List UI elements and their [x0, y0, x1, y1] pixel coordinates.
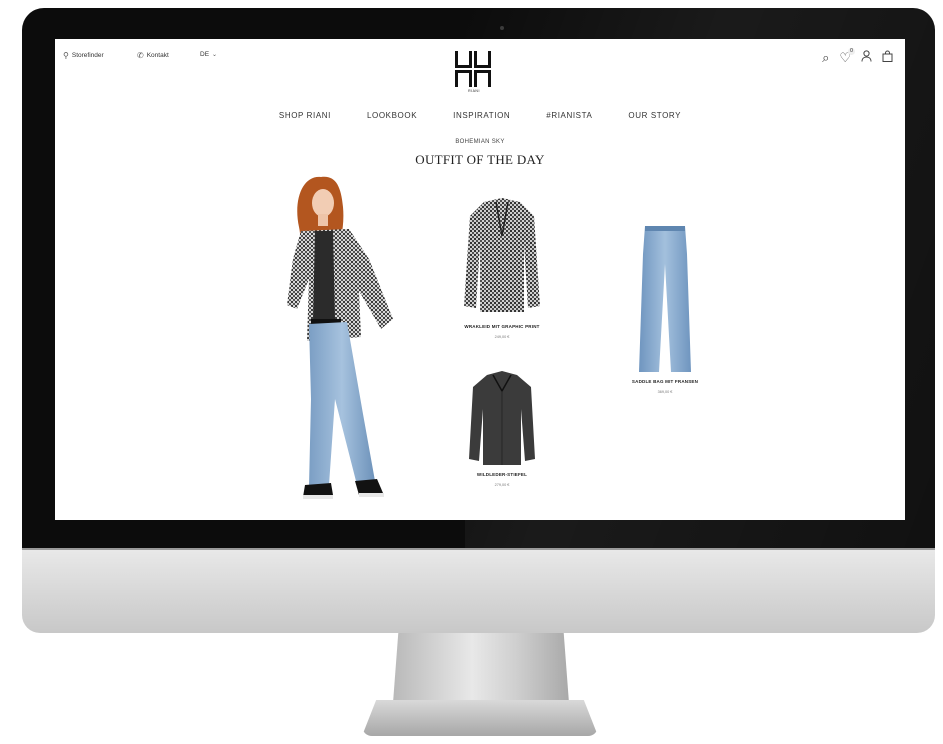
product-name: SADDLE BAG MIT FRANSEN — [631, 379, 699, 384]
heart-icon[interactable]: ♡ 0 — [839, 47, 855, 65]
main-navigation: SHOP RIANI LOOKBOOK INSPIRATION #RIANIST… — [55, 111, 905, 120]
kontakt-link[interactable]: ✆ Kontakt — [137, 51, 169, 60]
monitor-chin — [22, 548, 935, 633]
logo-wordmark: RIANI — [468, 89, 480, 93]
nav-our-story[interactable]: OUR STORY — [628, 111, 681, 120]
chevron-down-icon: ⌄ — [212, 52, 218, 58]
user-icon[interactable] — [861, 50, 872, 65]
nav-rianista[interactable]: #RIANISTA — [546, 111, 592, 120]
logo-monogram — [455, 51, 493, 87]
language-selector[interactable]: DE ⌄ — [200, 51, 217, 58]
product-name: WRAKLEID MIT GRAPHIC PRINT — [464, 324, 540, 329]
section-title: OUTFIT OF THE DAY — [415, 152, 545, 167]
product-image-jeans — [639, 226, 691, 372]
section-eyebrow: BOHEMIAN SKY — [455, 139, 505, 145]
browser-screen: ⚲ Storefinder ✆ Kontakt DE ⌄ RIANI ⌕ ♡0 — [55, 39, 905, 520]
webcam — [500, 26, 504, 30]
search-icon[interactable]: ⌕ — [822, 50, 829, 65]
location-pin-icon: ⚲ — [63, 51, 69, 60]
nav-lookbook[interactable]: LOOKBOOK — [367, 111, 417, 120]
product-price: 369,00 € — [657, 390, 673, 394]
monitor-divider — [22, 548, 935, 550]
kontakt-label: Kontakt — [146, 52, 169, 59]
nav-inspiration[interactable]: INSPIRATION — [453, 111, 510, 120]
product-price: 279,00 € — [494, 483, 510, 487]
site-header: ⚲ Storefinder ✆ Kontakt DE ⌄ RIANI ⌕ ♡ 0 — [55, 39, 905, 93]
product-card[interactable]: SADDLE BAG MIT FRANSEN 369,00 € — [600, 224, 730, 394]
monitor-stand-neck — [393, 633, 569, 703]
product-image-blouse — [469, 371, 535, 465]
shopping-bag-icon[interactable] — [882, 50, 893, 65]
language-label: DE — [200, 51, 210, 58]
product-name: WILDLEDER-STIEFEL — [476, 472, 528, 477]
product-image-blazer — [464, 198, 540, 312]
model-image[interactable] — [263, 169, 413, 509]
product-card[interactable]: WILDLEDER-STIEFEL 279,00 € — [427, 369, 577, 487]
header-icons: ⌕ ♡ 0 — [822, 47, 893, 65]
storefinder-link[interactable]: ⚲ Storefinder — [63, 51, 104, 60]
wishlist-count: 0 — [848, 47, 855, 55]
product-price: 249,00 € — [494, 335, 510, 339]
monitor-stand-base — [362, 700, 598, 736]
nav-shop-riani[interactable]: SHOP RIANI — [279, 111, 331, 120]
storefinder-label: Storefinder — [71, 52, 104, 59]
brand-logo[interactable]: RIANI — [455, 51, 493, 93]
phone-icon: ✆ — [137, 51, 144, 60]
product-card[interactable]: WRAKLEID MIT GRAPHIC PRINT 249,00 € — [427, 194, 577, 339]
